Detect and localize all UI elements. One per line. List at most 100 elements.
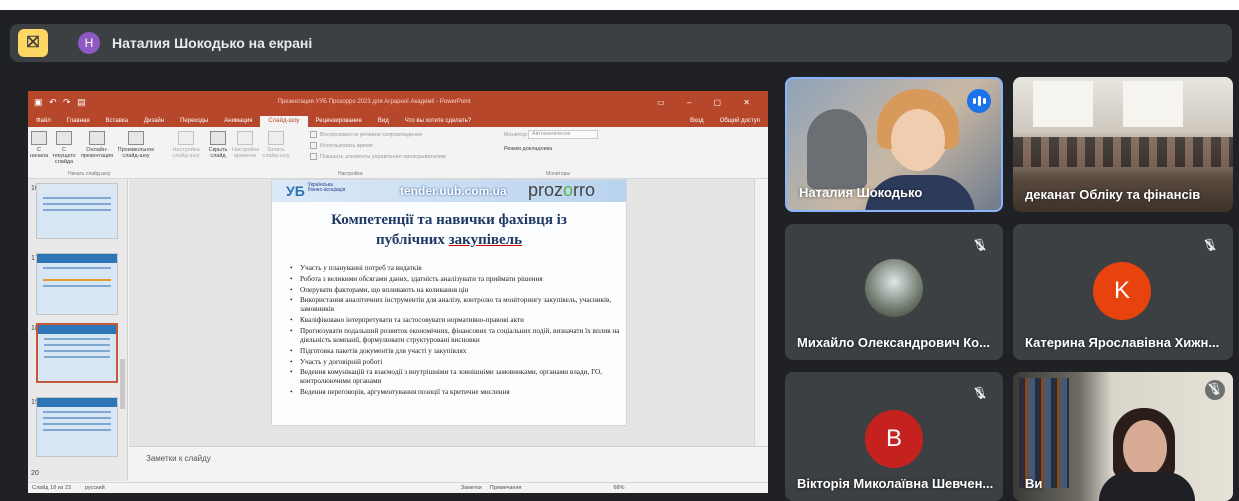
stop-presenting-icon[interactable]: ⛝ <box>18 29 48 57</box>
tell-me-search[interactable]: Что вы хотите сделать? <box>397 118 479 127</box>
avatar: B <box>865 410 923 468</box>
online-presentation-button[interactable]: Онлайн-презентация <box>80 131 114 159</box>
presenter-label: Наталия Шокодько на екрані <box>112 35 313 51</box>
bullet-item: Підготовка пакетів документів для участі… <box>290 347 620 356</box>
custom-show-button[interactable]: Произвольное слайд-шоу <box>116 131 156 159</box>
from-beginning-button[interactable]: С начала <box>30 131 48 159</box>
ppt-ribbon: С начала С текущего слайда Онлайн-презен… <box>28 127 768 179</box>
mic-off-icon: 🎙 <box>972 238 988 252</box>
participant-tile-speaker[interactable]: Наталия Шокодько <box>785 77 1003 212</box>
group-setup: Настройка <box>338 171 363 177</box>
participant-tile[interactable]: 🎙 B Вікторія Миколаївна Шевчен... <box>785 372 1003 501</box>
top-strip <box>0 0 1239 10</box>
participant-tile[interactable]: 🎙 K Катерина Ярославівна Хижн... <box>1013 224 1233 360</box>
tab-home[interactable]: Главная <box>59 118 98 127</box>
hide-slide-button[interactable]: Скрыть слайд <box>206 131 230 159</box>
sign-in-link[interactable]: Вход <box>682 118 712 127</box>
window-controls[interactable]: ▭ – ▢ ✕ <box>657 98 760 107</box>
bullet-item: Робота з великими обсягами даних, здатні… <box>290 275 620 284</box>
presenter-avatar: Н <box>78 32 100 54</box>
bullet-item: Прогнозувати подальший розвиток економіч… <box>290 327 620 345</box>
window-shape <box>1123 81 1183 127</box>
self-face <box>1123 420 1167 476</box>
slide-site-url: tender.uub.com.ua <box>400 184 507 198</box>
slide-banner: УБ Українська бізнес-асоціація tender.uub… <box>272 180 626 202</box>
participant-name: деканат Обліку та фінансів <box>1025 187 1201 202</box>
self-body <box>1099 472 1195 501</box>
slide-thumbnails[interactable]: 16 17 18 19 20 <box>28 179 128 481</box>
thumb-number: 20 <box>31 470 39 477</box>
mic-off-icon: 🎙 <box>1205 380 1225 400</box>
participant-name: Наталия Шокодько <box>799 185 923 200</box>
quick-access-icons[interactable]: ▣ ↶ ↷ ▤ <box>34 97 88 108</box>
avatar: K <box>1093 262 1151 320</box>
participant-name: Катерина Ярославівна Хижн... <box>1025 335 1220 350</box>
slide-scrollbar[interactable] <box>754 179 761 446</box>
record-show-button[interactable]: Запись слайд-шоу <box>260 131 292 159</box>
avatar-photo <box>865 259 923 317</box>
tab-animation[interactable]: Анимация <box>216 118 260 127</box>
comments-toggle[interactable]: Примечания <box>490 485 522 491</box>
slide-canvas: УБ Українська бізнес-асоціація tender.uub… <box>129 179 761 446</box>
share-button[interactable]: Общий доступ <box>712 118 768 127</box>
slide-thumbnail-19[interactable] <box>36 397 118 457</box>
media-controls-checkbox[interactable]: Показать элементы управления проигрывате… <box>310 153 446 160</box>
bullet-item: Участь у плануванні потреб та видатків <box>290 264 620 273</box>
slide-title-line1: Компетенції та навички фахівця із <box>331 212 567 228</box>
presenter-view-checkbox[interactable]: Режим докладчика <box>504 146 552 152</box>
participant-tile-self[interactable]: 🎙 Ви <box>1013 372 1233 501</box>
thumbnails-scrollbar[interactable] <box>120 359 125 409</box>
slide-title: Компетенції та навички фахівця із публіч… <box>272 210 626 250</box>
monitor-select[interactable]: Автоматически <box>528 130 598 139</box>
tab-review[interactable]: Рецензирование <box>308 118 370 127</box>
current-slide[interactable]: УБ Українська бізнес-асоціація tender.uub… <box>271 179 627 426</box>
slide-thumbnail-17[interactable] <box>36 253 118 315</box>
tab-insert[interactable]: Вставка <box>98 118 136 127</box>
group-start-show: Начать слайд-шоу <box>68 171 111 177</box>
bullet-item: Оперувати факторами, що впливають на кол… <box>290 286 620 295</box>
ppt-ribbon-tabs: Файл Главная Вставка Дизайн Переходы Ани… <box>28 113 768 127</box>
bullet-item: Участь у договірній роботі <box>290 358 620 367</box>
rehearse-timings-button[interactable]: Настройка времени <box>232 131 259 159</box>
students-row <box>1013 137 1233 167</box>
ppt-workspace: 16 17 18 19 20 УБ Українська бізнес-асоці… <box>28 179 768 481</box>
setup-show-button[interactable]: Настройка слайд-шоу <box>168 131 204 159</box>
prozorro-logo: prozorro <box>528 180 596 200</box>
speaker-face-front <box>891 109 945 171</box>
painting-background <box>807 109 867 189</box>
mic-off-icon: 🎙 <box>972 386 988 400</box>
ppt-title-bar: ▣ ↶ ↷ ▤ Презентация УУБ Прозорро 2023 дл… <box>28 91 768 113</box>
bookshelf <box>1019 378 1069 488</box>
presentation-banner: ⛝ Н Наталия Шокодько на екрані <box>10 24 1232 62</box>
notes-toggle[interactable]: Заметки <box>461 485 482 491</box>
participant-name: Вікторія Миколаївна Шевчен... <box>797 476 994 491</box>
slide-thumbnail-16[interactable] <box>36 183 118 239</box>
slide-title-line2: публічних закупівель <box>375 232 523 248</box>
participant-name: Ви <box>1025 476 1043 491</box>
group-monitors: Мониторы <box>546 171 570 177</box>
bullet-item: Використання аналітичних інструментів дл… <box>290 296 620 314</box>
tab-slideshow[interactable]: Слайд-шоу <box>260 116 308 127</box>
participant-tile[interactable]: 🎙 Михайло Олександрович Ко... <box>785 224 1003 360</box>
notes-pane[interactable]: Заметки к слайду <box>129 446 768 470</box>
narration-checkbox[interactable]: Воспроизвести речевое сопровождение <box>310 131 422 138</box>
shared-screen[interactable]: ▣ ↶ ↷ ▤ Презентация УУБ Прозорро 2023 дл… <box>28 91 768 493</box>
zoom-level[interactable]: 68% <box>614 485 625 491</box>
from-current-button[interactable]: С текущего слайда <box>50 131 78 165</box>
window-shape <box>1033 81 1093 127</box>
tab-design[interactable]: Дизайн <box>136 118 172 127</box>
tab-file[interactable]: Файл <box>28 118 59 127</box>
participant-tile-classroom[interactable]: деканат Обліку та фінансів <box>1013 77 1233 212</box>
slide-thumbnail-18[interactable] <box>36 323 118 383</box>
tab-transitions[interactable]: Переходы <box>172 118 216 127</box>
mic-off-icon: 🎙 <box>1202 238 1218 252</box>
participant-name: Михайло Олександрович Ко... <box>797 335 990 350</box>
ppt-status-bar: Слайд 18 из 23 русский Заметки Примечани… <box>28 482 768 493</box>
bullet-item: Ведення комунікацій та взаємодії з внутр… <box>290 368 620 386</box>
slide-counter: Слайд 18 из 23 <box>32 485 71 491</box>
use-timings-checkbox[interactable]: Использовать время <box>310 142 373 149</box>
ppt-document-title: Презентация УУБ Прозорро 2023 для Аграрн… <box>277 99 471 105</box>
language-indicator[interactable]: русский <box>85 485 105 491</box>
bullet-item: Ведення переговорів, аргументування пози… <box>290 388 620 397</box>
tab-view[interactable]: Вид <box>370 118 397 127</box>
